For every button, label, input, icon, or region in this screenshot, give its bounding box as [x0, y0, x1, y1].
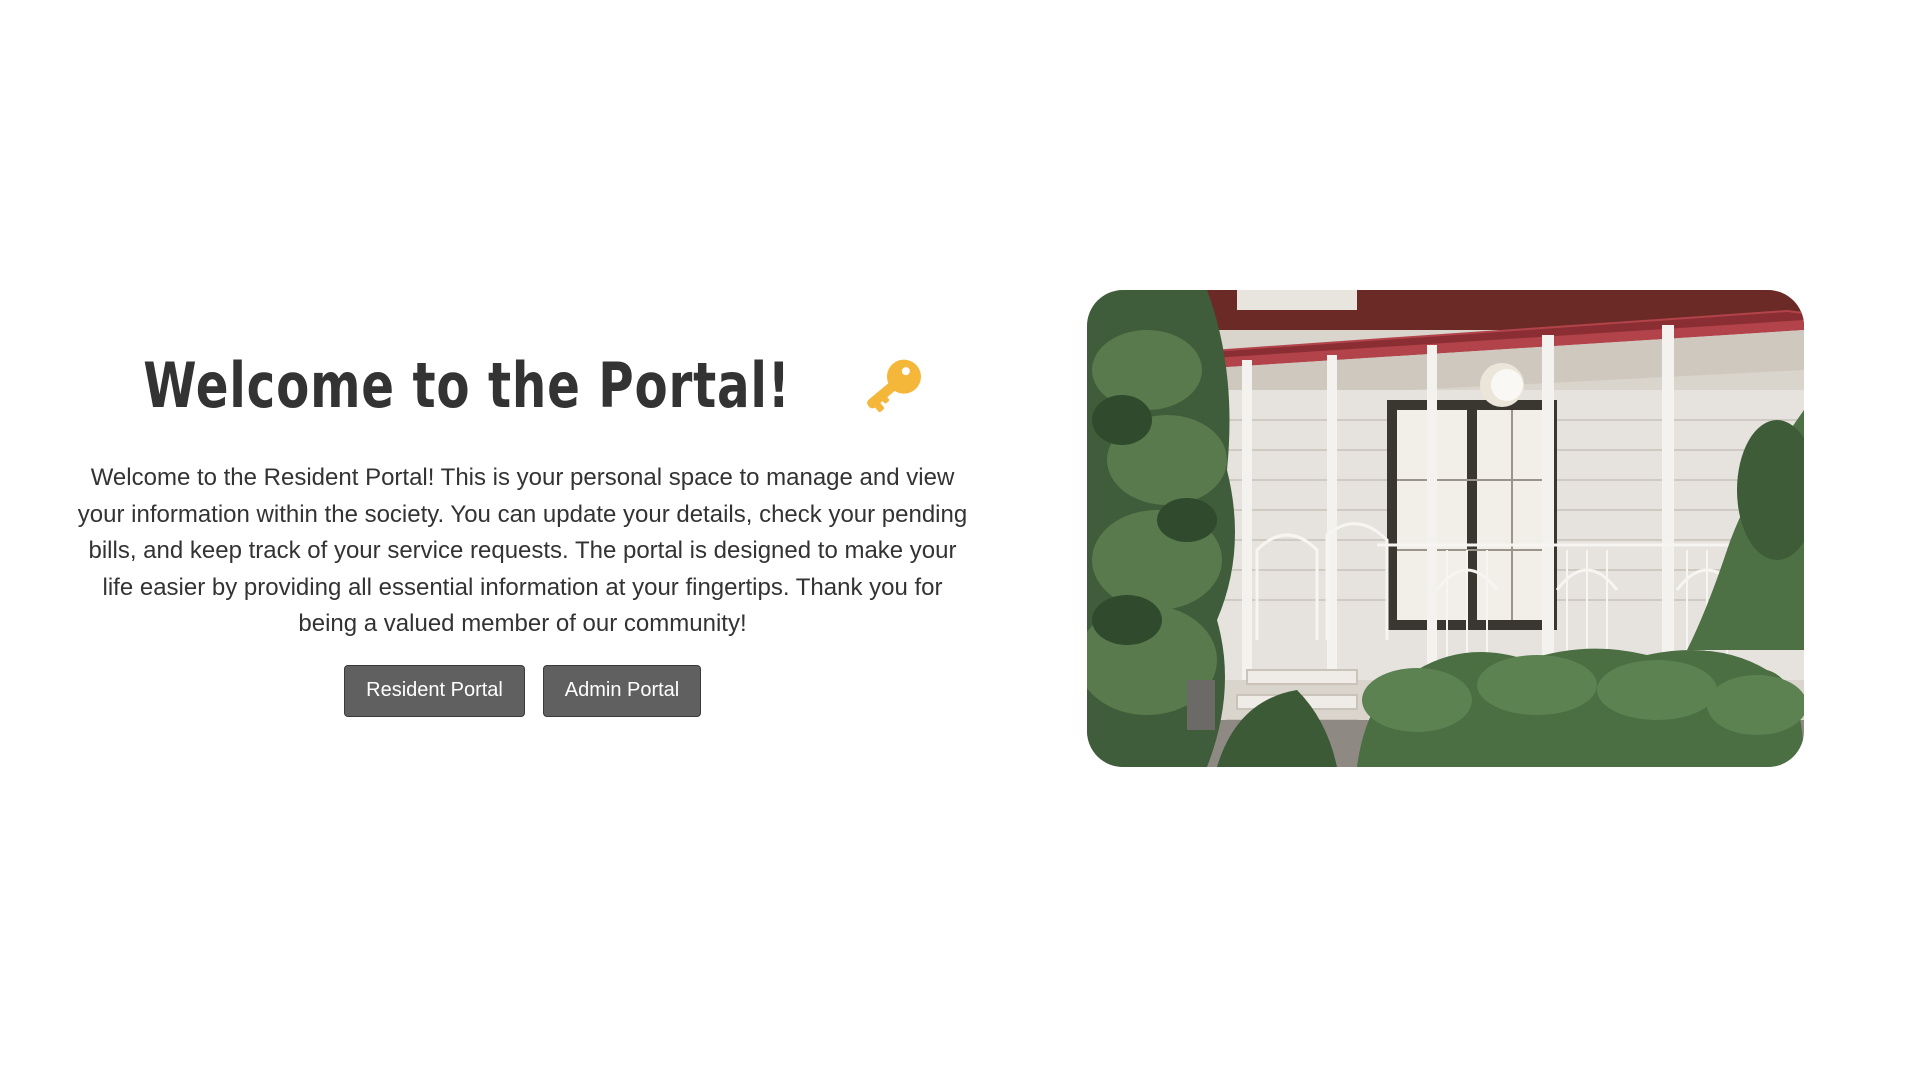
portal-landing-page: Welcome to the Portal! Welcome to the Re… [0, 0, 1920, 1080]
key-icon [855, 346, 933, 424]
house-porch-photo [1087, 290, 1804, 767]
hero-section: Welcome to the Portal! Welcome to the Re… [70, 330, 975, 717]
portal-buttons: Resident Portal Admin Portal [70, 664, 975, 717]
page-title: Welcome to the Portal! [70, 330, 975, 440]
resident-portal-button[interactable]: Resident Portal [344, 664, 525, 717]
admin-portal-button[interactable]: Admin Portal [543, 664, 701, 717]
page-title-text: Welcome to the Portal! [142, 348, 791, 422]
welcome-description: Welcome to the Resident Portal! This is … [77, 464, 968, 637]
